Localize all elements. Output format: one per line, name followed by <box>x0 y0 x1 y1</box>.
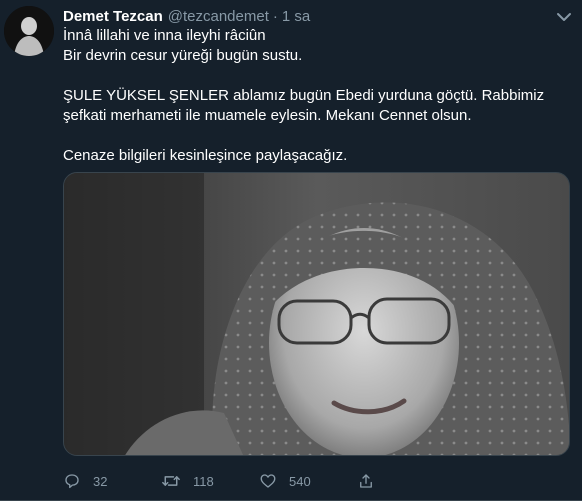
like-icon <box>259 472 277 490</box>
author-handle[interactable]: @tezcandemet <box>168 8 269 25</box>
reply-count: 32 <box>93 473 108 489</box>
tweet-actions: 32 118 540 <box>63 470 403 492</box>
caret-down-icon[interactable] <box>556 10 572 22</box>
retweet-icon <box>161 472 181 490</box>
like-count: 540 <box>289 473 311 489</box>
author-display-name[interactable]: Demet Tezcan <box>63 8 163 25</box>
tweet-header: Demet Tezcan @tezcandemet · 1 sa <box>63 6 552 26</box>
tweet-line: Bir devrin cesur yüreği bugün sustu. <box>63 47 303 64</box>
tweet-line: Cenaze bilgileri kesinleşince paylaşacağ… <box>63 147 348 164</box>
retweet-button[interactable]: 118 <box>161 472 259 490</box>
share-icon <box>357 472 375 490</box>
tweet-line: ŞULE YÜKSEL ŞENLER ablamız bugün Ebedi y… <box>63 87 545 124</box>
tweet-timestamp[interactable]: 1 sa <box>282 8 310 25</box>
separator-dot: · <box>272 7 278 25</box>
tweet-photo[interactable] <box>63 172 570 456</box>
tweet-line: İnnâ lillahi ve inna ileyhi râciûn <box>63 27 266 44</box>
tweet-text: İnnâ lillahi ve inna ileyhi râciûn Bir d… <box>63 26 568 166</box>
share-button[interactable] <box>357 472 387 490</box>
reply-button[interactable]: 32 <box>63 472 161 490</box>
like-button[interactable]: 540 <box>259 472 357 490</box>
avatar[interactable] <box>4 6 54 56</box>
reply-icon <box>63 472 81 490</box>
retweet-count: 118 <box>193 473 214 489</box>
tweet[interactable]: Demet Tezcan @tezcandemet · 1 sa İnnâ li… <box>0 0 582 501</box>
